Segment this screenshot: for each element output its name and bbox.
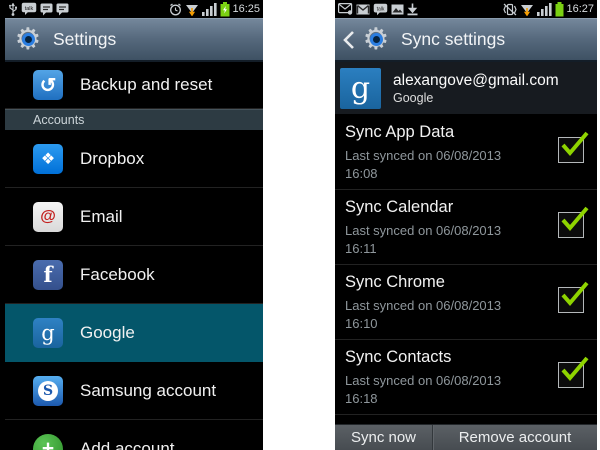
email-notification-icon [338,2,353,17]
last-synced-time: 16:08 [345,165,551,183]
remove-account-button[interactable]: Remove account [433,425,597,450]
status-icons-right [503,2,564,17]
usb-icon [8,2,18,17]
alarm-icon [169,2,182,17]
download-done-icon [407,2,418,17]
status-icons-right [169,2,230,17]
list-item-samsung-account[interactable]: S Samsung account [5,362,263,420]
account-email: alexangove@gmail.com [393,71,559,90]
gmail-icon [356,2,370,17]
back-chevron-icon[interactable] [343,29,357,51]
account-provider: Google [393,90,559,106]
list-item-facebook[interactable]: f Facebook [5,246,263,304]
status-icons-left: talk [8,2,69,17]
list-item-backup-and-reset[interactable]: ↺ Backup and reset [5,62,263,109]
status-icons-left: talk [338,2,418,17]
status-time: 16:25 [230,3,260,15]
talk-icon: talk [373,2,388,17]
settings-header: ⚙ Settings [5,18,263,62]
backup-reset-icon: ↺ [33,70,63,100]
sync-item-chrome[interactable]: Sync Chrome Last synced on 06/08/2013 16… [335,265,597,340]
checkbox-checked[interactable] [558,137,584,163]
sync-settings-header: ⚙ Sync settings [335,18,597,62]
status-bar: talk [5,0,263,18]
list-item-google[interactable]: g Google [5,304,263,362]
sync-settings-screen: talk [335,0,597,450]
facebook-icon: f [33,260,63,290]
battery-charging-icon [220,2,230,17]
samsung-account-icon: S [33,376,63,406]
add-account-icon: + [33,434,63,450]
checkbox-checked[interactable] [558,212,584,238]
wifi-traffic-icon [520,2,534,17]
settings-screen: talk [0,0,263,450]
list-item-dropbox[interactable]: ❖ Dropbox [5,130,263,188]
page-title: Sync settings [401,29,505,50]
signal-icon [202,2,217,17]
google-icon: g [33,318,63,348]
checkbox-checked[interactable] [558,287,584,313]
chat-icon [40,2,53,17]
sync-item-contacts[interactable]: Sync Contacts Last synced on 06/08/2013 … [335,340,597,415]
status-bar: talk [335,0,597,18]
svg-text:talk: talk [377,6,385,12]
list-item-email[interactable]: @ Email [5,188,263,246]
screenshot-pair: talk [0,0,600,450]
chat-icon [56,2,69,17]
section-header-accounts: Accounts [5,109,263,130]
sync-item-app-data[interactable]: Sync App Data Last synced on 06/08/2013 … [335,115,597,190]
last-synced-time: 16:11 [345,240,551,258]
dropbox-icon: ❖ [33,144,63,174]
gallery-icon [391,2,404,17]
wifi-traffic-icon [185,2,199,17]
battery-charging-icon [555,2,564,17]
settings-gear-icon: ⚙ [361,25,391,55]
page-title: Settings [53,29,116,50]
bottom-action-bar: Sync now Remove account [335,424,597,450]
sync-now-button[interactable]: Sync now [335,425,432,450]
last-synced-time: 16:18 [345,390,551,408]
email-app-icon: @ [33,202,63,232]
svg-text:talk: talk [25,6,34,12]
checkbox-checked[interactable] [558,362,584,388]
last-synced-time: 16:10 [345,315,551,333]
list-item-add-account[interactable]: + Add account [5,420,263,450]
account-header: g alexangove@gmail.com Google [335,62,597,115]
google-account-icon: g [340,68,381,109]
signal-icon [537,2,552,17]
settings-gear-icon: ⚙ [13,25,43,55]
talk-icon: talk [21,2,37,17]
status-time: 16:27 [564,3,594,15]
sync-item-calendar[interactable]: Sync Calendar Last synced on 06/08/2013 … [335,190,597,265]
vibrate-icon [503,2,517,17]
